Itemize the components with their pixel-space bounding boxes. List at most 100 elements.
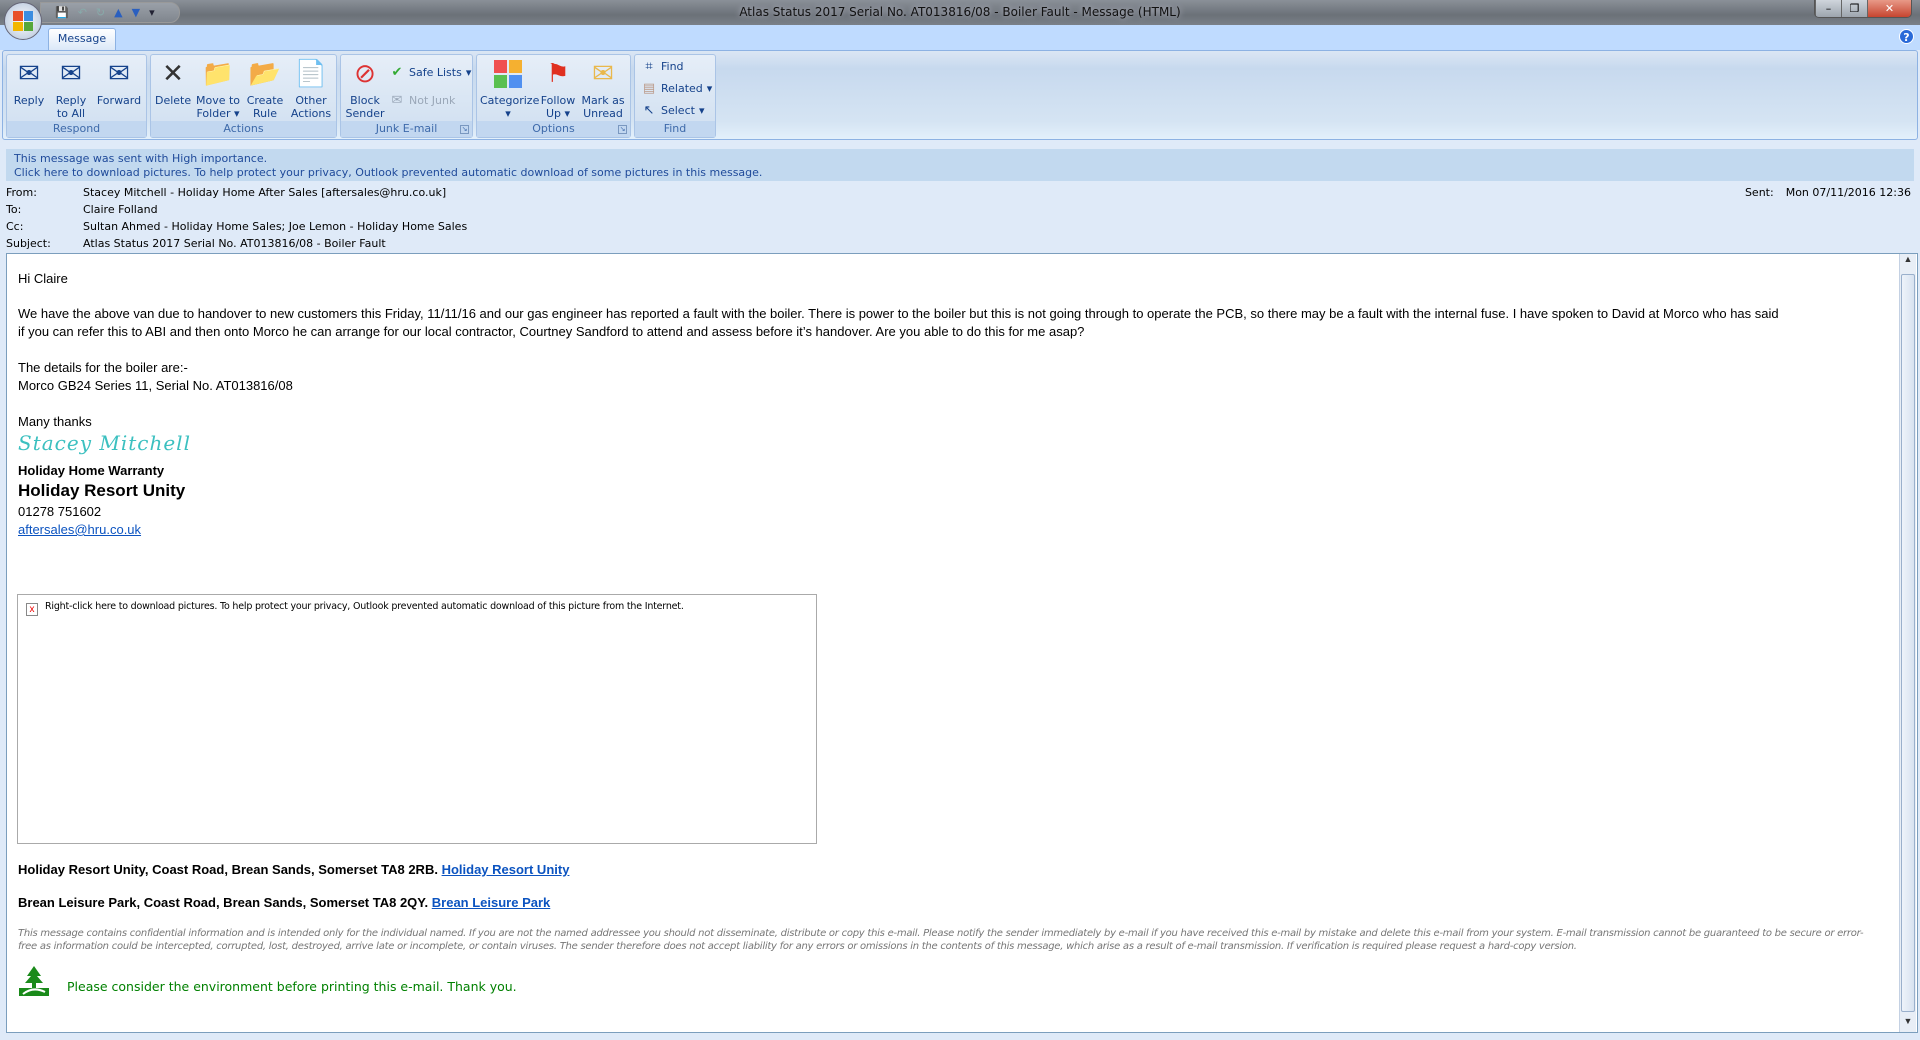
help-icon[interactable]: ?	[1899, 29, 1914, 44]
delete-button[interactable]: ✕ Delete	[155, 58, 192, 108]
options-dialog-launcher[interactable]: ↘	[618, 125, 627, 134]
group-find: ⌗ Find ▤ Related ▾ ↖ Select ▾ Find	[634, 54, 716, 138]
info-bar[interactable]: This message was sent with High importan…	[6, 149, 1914, 181]
from-value[interactable]: Stacey Mitchell - Holiday Home After Sal…	[83, 186, 446, 199]
categorize-icon	[492, 58, 524, 90]
group-respond: ✉ Reply ✉ Reply to All ✉ Forward Respond	[6, 54, 147, 138]
other-actions-icon: 📄	[294, 58, 328, 89]
related-button[interactable]: ▤ Related ▾	[641, 81, 712, 96]
group-label: Options	[477, 121, 630, 137]
group-label: Find	[635, 121, 715, 137]
scrollbar-thumb[interactable]	[1901, 274, 1915, 1012]
save-icon[interactable]: 💾	[55, 6, 69, 19]
subject-value: Atlas Status 2017 Serial No. AT013816/08…	[83, 237, 386, 250]
blocked-image-text: Right-click here to download pictures. T…	[45, 601, 684, 612]
next-item-icon[interactable]: ▼	[132, 6, 140, 19]
holiday-resort-unity-link[interactable]: Holiday Resort Unity	[442, 862, 570, 877]
redo-icon[interactable]: ↻	[96, 6, 105, 19]
window-controls: – ❐ ✕	[1814, 0, 1912, 18]
tab-message[interactable]: Message	[48, 28, 116, 50]
select-label: Select	[661, 104, 695, 117]
to-row: To: Claire Folland	[6, 203, 158, 216]
group-label: Junk E-mail	[341, 121, 472, 137]
folder-icon: 📁	[201, 58, 235, 89]
cc-row: Cc: Sultan Ahmed - Holiday Home Sales; Jo…	[6, 220, 467, 233]
quick-access-toolbar: 💾 ↶ ↻ ▲ ▼ ▾	[40, 2, 180, 23]
delete-label: Delete	[155, 94, 192, 107]
sig-company: Holiday Resort Unity	[18, 481, 186, 500]
group-actions: ✕ Delete 📁 Move to Folder ▾ 📂 Create Rule 📄…	[150, 54, 337, 138]
scroll-up-icon[interactable]: ▲	[1900, 254, 1916, 270]
blocked-image[interactable]: x Right-click here to download pictures.…	[17, 594, 817, 844]
brean-leisure-park-link[interactable]: Brean Leisure Park	[432, 895, 551, 910]
minimize-button[interactable]: –	[1815, 0, 1841, 17]
related-label: Related	[661, 82, 703, 95]
binoculars-icon: ⌗	[645, 59, 653, 74]
to-value[interactable]: Claire Folland	[83, 203, 158, 216]
body-line-1: We have the above van due to handover to…	[18, 306, 1779, 321]
sig-email-link[interactable]: aftersales@hru.co.uk	[18, 522, 141, 537]
categorize-button[interactable]: Categorize ▾	[480, 58, 540, 120]
group-options: Categorize ▾ ⚑ Follow Up ▾ ✉ Mark as Unread…	[476, 54, 631, 138]
junk-dialog-launcher[interactable]: ↘	[460, 125, 469, 134]
create-rule-label: Create Rule	[246, 94, 284, 120]
broken-image-icon: x	[26, 603, 38, 616]
environment-notice: Please consider the environment before p…	[67, 979, 517, 994]
delete-icon: ✕	[162, 58, 184, 89]
not-junk-label: Not Junk	[409, 94, 456, 107]
subject-row: Subject: Atlas Status 2017 Serial No. AT0…	[6, 237, 386, 250]
sent-row: Sent: Mon 07/11/2016 12:36	[1745, 186, 1911, 199]
importance-notice: This message was sent with High importan…	[14, 152, 268, 165]
follow-up-button[interactable]: ⚑ Follow Up ▾	[538, 58, 578, 121]
reply-button[interactable]: ✉ Reply	[11, 58, 47, 108]
address-2-text: Brean Leisure Park, Coast Road, Brean Sa…	[18, 895, 429, 910]
other-actions-label: Other Actions	[290, 94, 332, 120]
mark-unread-button[interactable]: ✉ Mark as Unread	[580, 58, 626, 121]
block-sender-button[interactable]: ⊘ Block Sender	[345, 58, 385, 121]
follow-label: Follow Up	[540, 94, 576, 120]
categorize-label: Categorize	[480, 94, 540, 107]
find-button[interactable]: ⌗ Find	[641, 59, 684, 74]
address-line-2: Brean Leisure Park, Coast Road, Brean Sa…	[18, 895, 550, 910]
office-button[interactable]	[4, 2, 42, 40]
flag-icon: ⚑	[546, 58, 570, 89]
message-body: Hi Claire We have the above van due to h…	[6, 253, 1918, 1033]
find-label: Find	[661, 60, 684, 73]
address-line-1: Holiday Resort Unity, Coast Road, Brean …	[18, 862, 569, 877]
not-junk-button[interactable]: ✉ Not Junk	[389, 93, 456, 108]
details-heading: The details for the boiler are:-	[18, 360, 188, 375]
details-value: Morco GB24 Series 11, Serial No. AT01381…	[18, 378, 293, 393]
customize-qat-icon[interactable]: ▾	[149, 6, 155, 19]
tree-icon	[19, 966, 49, 996]
safe-lists-icon: ✔	[391, 65, 403, 80]
sig-phone: 01278 751602	[18, 504, 102, 519]
rule-icon: 📂	[248, 58, 282, 89]
previous-item-icon[interactable]: ▲	[114, 6, 122, 19]
vertical-scrollbar[interactable]: ▲ ▼	[1899, 254, 1916, 1032]
restore-button[interactable]: ❐	[1841, 0, 1867, 17]
safe-lists-button[interactable]: ✔ Safe Lists ▾	[389, 65, 472, 80]
block-label: Block Sender	[345, 94, 385, 120]
reply-all-button[interactable]: ✉ Reply to All	[53, 58, 89, 121]
cc-value[interactable]: Sultan Ahmed - Holiday Home Sales; Joe L…	[83, 220, 467, 233]
forward-label: Forward	[96, 94, 142, 107]
create-rule-button[interactable]: 📂 Create Rule	[245, 58, 285, 121]
safe-lists-label: Safe Lists	[409, 66, 462, 79]
office-logo-icon	[13, 11, 33, 31]
greeting: Hi Claire	[18, 271, 68, 286]
not-junk-icon: ✉	[391, 93, 403, 108]
close-button[interactable]: ✕	[1867, 0, 1911, 17]
block-sender-icon: ⊘	[354, 58, 376, 89]
mark-label: Mark as Unread	[581, 94, 625, 120]
download-pictures-notice[interactable]: Click here to download pictures. To help…	[14, 166, 1906, 180]
from-row: From: Stacey Mitchell - Holiday Home Afte…	[6, 186, 446, 199]
move-to-folder-button[interactable]: 📁 Move to Folder ▾	[195, 58, 241, 121]
cursor-icon: ↖	[643, 103, 655, 118]
forward-button[interactable]: ✉ Forward	[95, 58, 143, 108]
select-button[interactable]: ↖ Select ▾	[641, 103, 705, 118]
envelope-icon: ✉	[592, 58, 614, 89]
scroll-down-icon[interactable]: ▼	[1900, 1016, 1916, 1032]
undo-icon[interactable]: ↶	[78, 6, 87, 19]
disclaimer: This message contains confidential infor…	[18, 928, 1864, 952]
address-1-text: Holiday Resort Unity, Coast Road, Brean …	[18, 862, 438, 877]
